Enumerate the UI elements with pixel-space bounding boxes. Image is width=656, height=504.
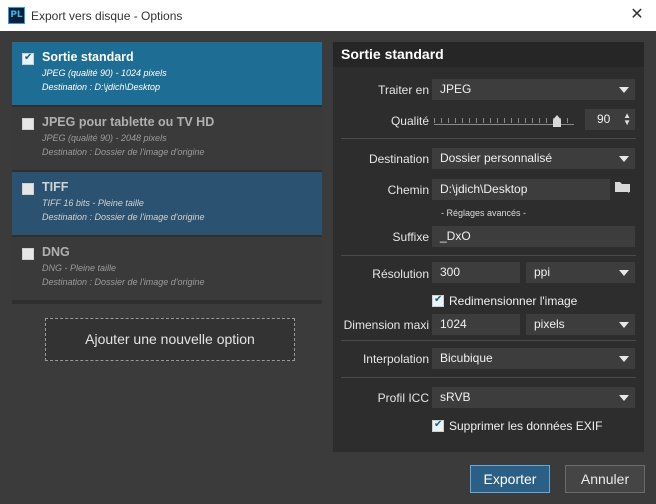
- qualite-label: Qualité: [390, 114, 429, 128]
- option-format: DNG - Pleine taille: [42, 263, 117, 273]
- qualite-spinbox[interactable]: 90 ▲ ▼: [585, 109, 635, 130]
- option-checkbox[interactable]: [22, 183, 34, 195]
- resolution-unit-value: ppi: [534, 265, 551, 279]
- chemin-field[interactable]: D:\jdich\Desktop: [432, 179, 610, 200]
- destination-label: Destination: [368, 152, 429, 166]
- export-option-dng[interactable]: DNG DNG - Pleine taille Destination : Do…: [12, 237, 322, 300]
- close-icon[interactable]: ✕: [626, 4, 648, 26]
- dimension-unit-select[interactable]: pixels: [526, 314, 635, 335]
- title-bar: PL Export vers disque - Options ✕: [0, 0, 656, 31]
- resolution-field[interactable]: 300: [432, 262, 520, 283]
- separator: [341, 340, 636, 341]
- option-checkbox[interactable]: [22, 248, 34, 260]
- option-format: TIFF 16 bits - Pleine taille: [42, 198, 144, 208]
- chevron-down-icon: [619, 395, 629, 401]
- traiter-en-value: JPEG: [440, 82, 472, 96]
- chevron-down-icon: [619, 356, 629, 362]
- option-name: JPEG pour tablette ou TV HD: [42, 115, 215, 129]
- slider-thumb[interactable]: [553, 115, 561, 127]
- redimensionner-label[interactable]: Redimensionner l'image: [449, 294, 577, 308]
- app-logo-icon: PL: [8, 7, 25, 24]
- qualite-slider[interactable]: [434, 113, 574, 129]
- export-option-jpeg-tablette[interactable]: JPEG pour tablette ou TV HD JPEG (qualit…: [12, 107, 322, 170]
- destination-value: Dossier personnalisé: [440, 151, 553, 165]
- chevron-down-icon: [619, 87, 629, 93]
- supprimer-exif-label[interactable]: Supprimer les données EXIF: [449, 419, 602, 433]
- separator: [341, 138, 636, 139]
- option-format: JPEG (qualité 90) - 1024 pixels: [42, 68, 167, 78]
- export-option-tiff[interactable]: TIFF TIFF 16 bits - Pleine taille Destin…: [12, 172, 322, 235]
- interpolation-select[interactable]: Bicubique: [432, 348, 635, 369]
- option-name: Sortie standard: [42, 50, 134, 64]
- redimensionner-checkbox[interactable]: [432, 294, 444, 307]
- export-button[interactable]: Exporter: [470, 465, 550, 493]
- traiter-en-label: Traiter en: [378, 83, 429, 97]
- option-name: DNG: [42, 245, 70, 259]
- interpolation-label: Interpolation: [362, 352, 429, 366]
- option-format: JPEG (qualité 90) - 2048 pixels: [42, 133, 167, 143]
- interpolation-value: Bicubique: [440, 351, 493, 365]
- spin-arrows-icon[interactable]: ▲ ▼: [623, 112, 631, 127]
- qualite-value: 90: [597, 112, 611, 126]
- supprimer-exif-checkbox[interactable]: [432, 419, 444, 432]
- settings-header: Sortie standard: [333, 42, 644, 67]
- traiter-en-select[interactable]: JPEG: [432, 79, 635, 100]
- export-option-list: Sortie standard JPEG (qualité 90) - 1024…: [12, 42, 322, 304]
- chemin-label: Chemin: [387, 183, 429, 197]
- profil-icc-value: sRVB: [440, 390, 471, 404]
- destination-select[interactable]: Dossier personnalisé: [432, 148, 635, 169]
- folder-icon[interactable]: [614, 180, 632, 193]
- dimension-unit-value: pixels: [534, 317, 565, 331]
- dimension-maxi-field[interactable]: 1024: [432, 314, 520, 335]
- advanced-settings-label[interactable]: - Réglages avancés -: [441, 208, 526, 218]
- profil-icc-label: Profil ICC: [377, 391, 429, 405]
- suffixe-label: Suffixe: [392, 230, 429, 244]
- option-checkbox[interactable]: [22, 118, 34, 130]
- separator: [341, 377, 636, 378]
- option-destination: Destination : D:\jdich\Desktop: [42, 82, 161, 92]
- option-checkbox[interactable]: [22, 52, 34, 65]
- chevron-down-icon: [619, 322, 629, 328]
- separator: [341, 255, 636, 256]
- dimension-maxi-label: Dimension maxi: [343, 318, 429, 332]
- cancel-button[interactable]: Annuler: [565, 465, 645, 493]
- resolution-unit-select[interactable]: ppi: [526, 262, 635, 283]
- resolution-label: Résolution: [372, 267, 429, 281]
- option-destination: Destination : Dossier de l'image d'origi…: [42, 212, 205, 222]
- profil-icc-select[interactable]: sRVB: [432, 387, 635, 408]
- suffixe-field[interactable]: _DxO: [432, 226, 635, 247]
- chevron-down-icon: [619, 156, 629, 162]
- option-name: TIFF: [42, 180, 69, 194]
- option-destination: Destination : Dossier de l'image d'origi…: [42, 277, 205, 287]
- chevron-down-icon: [619, 270, 629, 276]
- window-title: Export vers disque - Options: [31, 9, 183, 23]
- settings-panel: Sortie standard Traiter en JPEG Qualité …: [333, 42, 644, 452]
- option-destination: Destination : Dossier de l'image d'origi…: [42, 147, 205, 157]
- export-option-sortie-standard[interactable]: Sortie standard JPEG (qualité 90) - 1024…: [12, 42, 322, 105]
- add-option-button[interactable]: Ajouter une nouvelle option: [45, 318, 295, 361]
